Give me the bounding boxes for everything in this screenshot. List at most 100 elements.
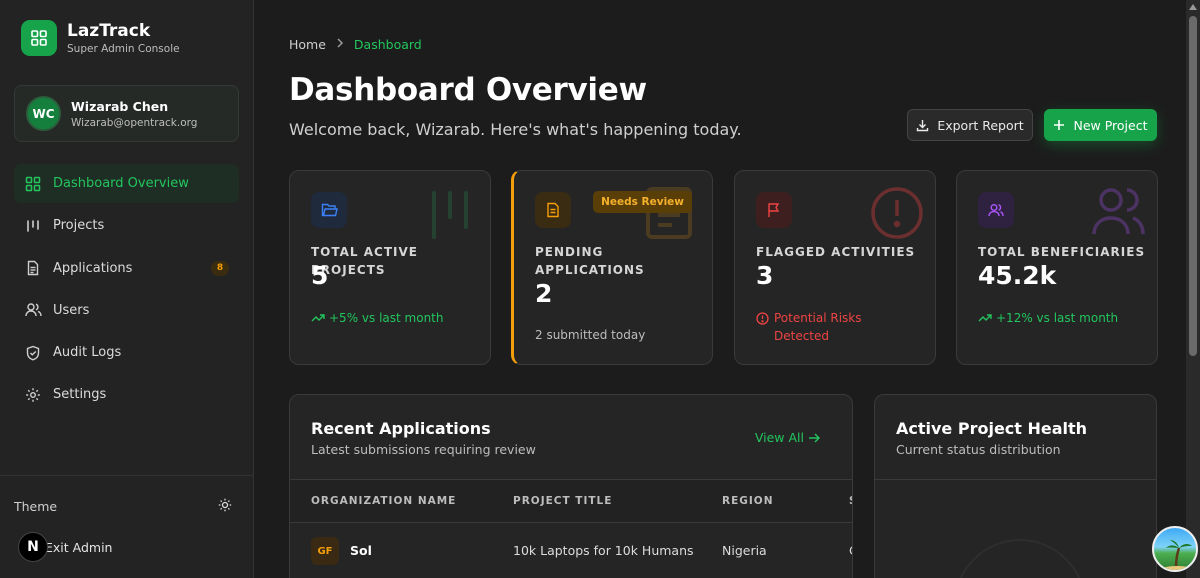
projects-bars-icon	[24, 217, 42, 235]
gear-icon	[24, 386, 42, 404]
view-all-label: View All	[754, 430, 804, 445]
table-header: ORGANIZATION NAME PROJECT TITLE REGION S	[290, 479, 852, 523]
page-scrollbar[interactable]	[1186, 0, 1200, 578]
brand[interactable]: LazTrack Super Admin Console	[21, 20, 180, 56]
stat-card-flagged-activities[interactable]: FLAGGED ACTIVITIES 3 Potential Risks Det…	[734, 170, 936, 365]
breadcrumb-current: Dashboard	[353, 37, 422, 52]
new-project-label: New Project	[1073, 117, 1148, 133]
sidebar-item-label: Audit Logs	[53, 345, 122, 361]
brand-name: LazTrack	[67, 21, 151, 41]
org-name: Sol	[350, 543, 372, 558]
stat-trend: +5% vs last month	[311, 309, 443, 327]
user-email: Wizarab@opentrack.org	[71, 116, 198, 129]
stat-value: 45.2k	[978, 261, 1057, 290]
sidebar-item-users[interactable]: Users	[14, 291, 239, 330]
page-title: Dashboard Overview	[289, 72, 647, 108]
project-health-panel: Active Project Health Current status dis…	[874, 394, 1157, 578]
column-header[interactable]: ORGANIZATION NAME	[311, 495, 456, 507]
trend-up-icon	[978, 314, 992, 322]
applications-count-badge: 8	[211, 260, 229, 276]
theme-label: Theme	[14, 499, 58, 514]
alert-circle-icon	[756, 312, 769, 325]
panel-title: Recent Applications	[311, 419, 491, 438]
stat-card-pending-applications[interactable]: Needs Review PENDING APPLICATIONS 2 2 su…	[511, 170, 713, 365]
sun-icon[interactable]	[218, 498, 232, 515]
n-badge-icon[interactable]: N	[18, 532, 48, 562]
shield-icon	[24, 344, 42, 362]
document-icon	[24, 259, 42, 277]
panel-subtitle: Latest submissions requiring review	[311, 442, 536, 457]
sidebar-item-label: Dashboard Overview	[53, 176, 189, 191]
new-project-button[interactable]: New Project	[1044, 109, 1157, 141]
sidebar-item-label: Projects	[53, 218, 105, 234]
sidebar-item-projects[interactable]: Projects	[14, 206, 239, 245]
view-all-link[interactable]: View All	[755, 430, 820, 445]
users-icon	[978, 192, 1014, 228]
org-avatar: GF	[311, 537, 339, 565]
exit-admin-button[interactable]: N Exit Admin	[18, 532, 112, 562]
needs-review-badge: Needs Review	[593, 191, 692, 213]
export-report-button[interactable]: Export Report	[907, 109, 1033, 141]
scroll-thumb[interactable]	[1189, 16, 1197, 356]
scroll-up-arrow-icon[interactable]	[1189, 4, 1197, 10]
chart-divider	[875, 479, 1156, 480]
status: C	[849, 543, 852, 558]
sidebar-item-label: Settings	[53, 387, 107, 403]
floating-avatar[interactable]	[1152, 526, 1198, 572]
column-header[interactable]: REGION	[722, 495, 774, 507]
project-title: 10k Laptops for 10k Humans	[513, 543, 694, 558]
export-report-label: Export Report	[937, 117, 1024, 133]
plus-icon	[1054, 120, 1065, 130]
stat-risk-note: Potential Risks Detected	[756, 309, 876, 345]
users-icon	[24, 301, 42, 319]
health-donut-chart	[959, 539, 1081, 578]
stat-card-total-beneficiaries[interactable]: TOTAL BENEFICIARIES 45.2k +12% vs last m…	[956, 170, 1158, 365]
dashboard-grid-icon	[24, 175, 42, 193]
download-icon	[917, 119, 929, 131]
stat-trend: +12% vs last month	[978, 309, 1118, 327]
brand-subtitle: Super Admin Console	[67, 43, 180, 55]
breadcrumb-home[interactable]: Home	[289, 37, 326, 52]
stat-card-active-projects[interactable]: TOTAL ACTIVE PROJECTS 5 +5% vs last mont…	[289, 170, 491, 365]
sidebar-item-settings[interactable]: Settings	[14, 375, 239, 414]
stat-label: TOTAL ACTIVE PROJECTS	[311, 245, 418, 277]
stat-value: 3	[756, 261, 774, 290]
bars-watermark-icon	[432, 191, 468, 239]
stat-value: 5	[311, 261, 329, 290]
sidebar: LazTrack Super Admin Console WC Wizarab …	[0, 0, 254, 578]
sidebar-item-label: Applications	[53, 260, 133, 276]
column-header[interactable]: S	[849, 495, 852, 507]
exit-admin-label: Exit Admin	[45, 539, 113, 555]
recent-applications-panel: Recent Applications Latest submissions r…	[289, 394, 853, 578]
alert-watermark-icon	[871, 187, 923, 239]
main-content: Home Dashboard Dashboard Overview Welcom…	[254, 0, 1186, 578]
sidebar-item-label: Users	[53, 302, 90, 318]
theme-toggle-row[interactable]: Theme	[14, 498, 232, 515]
stat-note-text: 2 submitted today	[535, 328, 646, 342]
column-header[interactable]: PROJECT TITLE	[513, 495, 612, 507]
table-row[interactable]: GF Sol 10k Laptops for 10k Humans Nigeri…	[290, 523, 852, 578]
stat-note-text: Potential Risks Detected	[774, 311, 862, 343]
chevron-right-icon	[336, 38, 344, 51]
user-card[interactable]: WC Wizarab Chen Wizarab@opentrack.org	[14, 85, 239, 142]
stat-label: FLAGGED ACTIVITIES	[756, 245, 916, 259]
arrow-right-icon	[809, 433, 820, 442]
user-name: Wizarab Chen	[71, 98, 169, 114]
brand-logo-icon	[21, 20, 57, 56]
folder-icon	[311, 192, 347, 228]
panel-title: Active Project Health	[896, 419, 1088, 438]
sidebar-item-applications[interactable]: Applications 8	[14, 249, 239, 288]
sidebar-item-dashboard[interactable]: Dashboard Overview	[14, 164, 239, 203]
stat-note-text: +12% vs last month	[996, 311, 1119, 325]
users-watermark-icon	[1092, 188, 1145, 235]
stat-label: PENDING APPLICATIONS	[535, 245, 645, 277]
region: Nigeria	[722, 543, 767, 558]
panel-subtitle: Current status distribution	[896, 442, 1061, 457]
page-subtitle: Welcome back, Wizarab. Here's what's hap…	[289, 120, 742, 139]
sidebar-nav: Dashboard Overview Projects Applications…	[14, 164, 239, 418]
stat-label: TOTAL BENEFICIARIES	[978, 245, 1146, 259]
sidebar-item-audit-logs[interactable]: Audit Logs	[14, 333, 239, 372]
sidebar-footer: Theme N Exit Admin	[0, 475, 253, 578]
breadcrumb: Home Dashboard	[289, 37, 422, 52]
avatar: WC	[26, 96, 61, 131]
